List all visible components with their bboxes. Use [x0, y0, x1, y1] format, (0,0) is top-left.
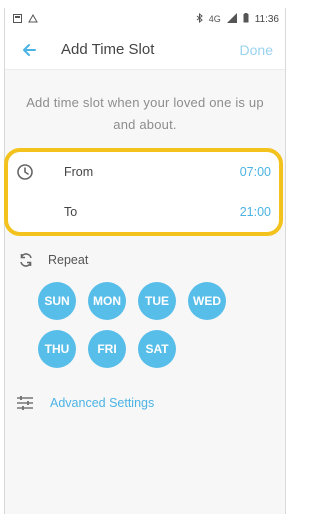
- clock-icon: [16, 163, 34, 181]
- bluetooth-icon: [196, 12, 203, 25]
- day-sun[interactable]: SUN: [38, 282, 76, 320]
- day-fri[interactable]: FRI: [88, 330, 126, 368]
- repeat-label: Repeat: [48, 253, 89, 267]
- to-label: To: [64, 205, 78, 219]
- status-right: 4G 11:36: [196, 12, 279, 25]
- sliders-icon: [16, 396, 34, 410]
- day-row-2: THU FRI SAT: [38, 330, 248, 368]
- repeat-header: Repeat: [18, 252, 88, 268]
- to-value[interactable]: 21:00: [240, 205, 271, 219]
- time-slot-card: From 07:00 To 21:00: [4, 148, 283, 236]
- to-row[interactable]: To 21:00: [8, 192, 279, 232]
- battery-icon: [243, 13, 249, 25]
- day-wed[interactable]: WED: [188, 282, 226, 320]
- alarm-icon: [28, 13, 38, 25]
- page-title: Add Time Slot: [61, 41, 155, 58]
- sim-card-icon: [13, 13, 22, 25]
- advanced-settings-link[interactable]: Advanced Settings: [16, 396, 154, 410]
- from-row[interactable]: From 07:00: [8, 152, 279, 192]
- status-time: 11:36: [254, 13, 279, 25]
- advanced-settings-label[interactable]: Advanced Settings: [50, 396, 154, 410]
- status-left: [13, 13, 38, 25]
- data-icon: 4G: [208, 13, 221, 24]
- day-thu[interactable]: THU: [38, 330, 76, 368]
- arrow-left-icon[interactable]: [17, 38, 41, 62]
- day-mon[interactable]: MON: [88, 282, 126, 320]
- from-value[interactable]: 07:00: [240, 165, 271, 179]
- day-row-1: SUN MON TUE WED: [38, 282, 248, 320]
- day-tue[interactable]: TUE: [138, 282, 176, 320]
- status-bar: 4G 11:36: [5, 8, 285, 30]
- from-label: From: [64, 165, 94, 179]
- app-bar: Add Time Slot Done: [5, 30, 285, 70]
- done-button[interactable]: Done: [240, 42, 273, 58]
- repeat-icon: [18, 252, 34, 268]
- day-sat[interactable]: SAT: [138, 330, 176, 368]
- hint-text: Add time slot when your loved one is up …: [26, 95, 264, 132]
- signal-icon: [226, 13, 237, 25]
- day-selector: SUN MON TUE WED THU FRI SAT: [38, 282, 248, 378]
